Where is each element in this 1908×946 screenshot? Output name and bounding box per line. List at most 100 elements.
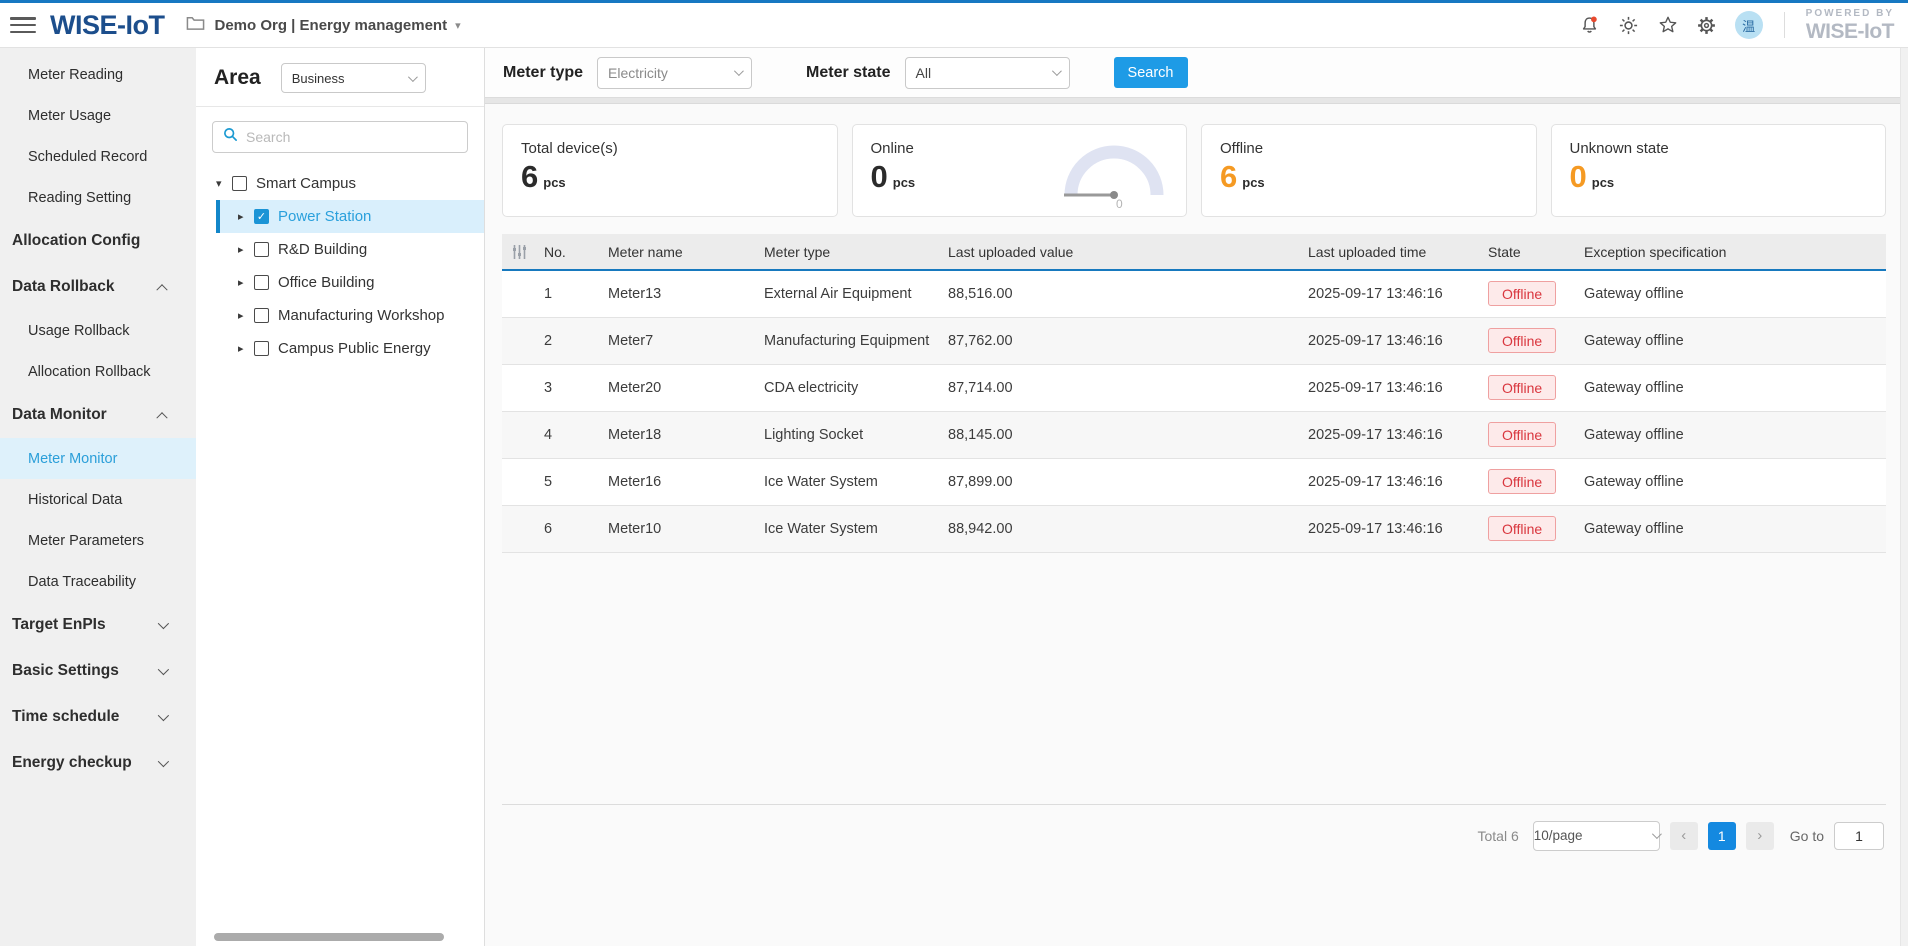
- sidebar-item-data-traceability[interactable]: Data Traceability: [0, 561, 196, 602]
- notifications-bell-icon[interactable]: [1579, 14, 1601, 36]
- stat-value: 6: [521, 161, 538, 192]
- stat-card-unknown: Unknown state 0pcs: [1551, 124, 1887, 217]
- page-size-select[interactable]: 10/page: [1533, 821, 1660, 851]
- sidebar-item-allocation-config[interactable]: Allocation Config: [0, 218, 196, 264]
- sidebar-item-historical-data[interactable]: Historical Data: [0, 479, 196, 520]
- tree-search-input[interactable]: [246, 129, 426, 145]
- sidebar-item-label: Historical Data: [28, 492, 122, 508]
- chevron-icon: [158, 710, 169, 721]
- cell-last-time: 2025-09-17 13:46:16: [1300, 270, 1480, 317]
- chevron-icon: [158, 756, 169, 767]
- tree-node-manufacturing-workshop[interactable]: ▸ Manufacturing Workshop: [216, 299, 484, 332]
- cell-no: 4: [536, 411, 600, 458]
- stat-unit: pcs: [1242, 175, 1264, 190]
- sidebar-item-meter-parameters[interactable]: Meter Parameters: [0, 520, 196, 561]
- table-row: 5 Meter16 Ice Water System 87,899.00 202…: [502, 458, 1886, 505]
- sidebar-item-energy-checkup[interactable]: Energy checkup: [0, 740, 196, 786]
- tree-expander-icon[interactable]: ▸: [238, 210, 254, 223]
- sidebar-item-target-enpis[interactable]: Target EnPIs: [0, 602, 196, 648]
- tree-expander-icon[interactable]: ▸: [238, 243, 254, 256]
- page-size-value: 10/page: [1534, 828, 1583, 843]
- sidebar-item-scheduled-record[interactable]: Scheduled Record: [0, 136, 196, 177]
- tree-checkbox[interactable]: [254, 308, 269, 323]
- area-tree: ▾ Smart Campus ▸ ✓ Power Station ▸ R&D B…: [196, 163, 484, 365]
- tree-node-label: Power Station: [278, 208, 371, 225]
- cell-exception: Gateway offline: [1576, 458, 1886, 505]
- goto-label: Go to: [1790, 828, 1824, 844]
- tree-node-campus-public-energy[interactable]: ▸ Campus Public Energy: [216, 332, 484, 365]
- meter-type-label: Meter type: [503, 64, 583, 82]
- next-page-button[interactable]: ›: [1746, 822, 1774, 850]
- chevron-icon: [158, 618, 169, 629]
- sidebar-item-meter-monitor[interactable]: Meter Monitor: [0, 438, 196, 479]
- sidebar-nav: Meter Reading Meter Usage Scheduled Reco…: [0, 48, 196, 946]
- vertical-scrollbar-track[interactable]: [1900, 48, 1908, 946]
- meter-type-value: Electricity: [608, 65, 668, 81]
- sidebar-item-label: Allocation Rollback: [28, 364, 151, 380]
- stat-value: 0: [1570, 161, 1587, 192]
- sidebar-item-data-rollback[interactable]: Data Rollback: [0, 264, 196, 310]
- column-settings-icon[interactable]: [510, 244, 528, 260]
- tree-expander-icon[interactable]: ▸: [238, 276, 254, 289]
- sidebar-item-allocation-rollback[interactable]: Allocation Rollback: [0, 351, 196, 392]
- menu-icon[interactable]: [10, 15, 36, 35]
- area-mode-select[interactable]: Business: [281, 63, 426, 93]
- meter-type-select[interactable]: Electricity: [597, 57, 752, 89]
- tree-expander-icon[interactable]: ▾: [216, 177, 232, 190]
- cell-meter-type: Ice Water System: [756, 505, 940, 552]
- tree-checkbox[interactable]: [254, 341, 269, 356]
- stat-unit: pcs: [543, 175, 565, 190]
- prev-page-button[interactable]: ‹: [1670, 822, 1698, 850]
- tree-node-r-d-building[interactable]: ▸ R&D Building: [216, 233, 484, 266]
- sidebar-item-meter-reading[interactable]: Meter Reading: [0, 54, 196, 95]
- cell-meter-type: Manufacturing Equipment: [756, 317, 940, 364]
- sidebar-item-time-schedule[interactable]: Time schedule: [0, 694, 196, 740]
- tree-checkbox[interactable]: [254, 242, 269, 257]
- sidebar-item-label: Allocation Config: [12, 232, 140, 250]
- sidebar-item-reading-setting[interactable]: Reading Setting: [0, 177, 196, 218]
- sidebar-item-label: Meter Usage: [28, 108, 111, 124]
- col-last-value: Last uploaded value: [940, 234, 1300, 270]
- tree-node-smart-campus[interactable]: ▾ Smart Campus: [216, 167, 484, 200]
- area-title: Area: [214, 66, 261, 90]
- goto-page-input[interactable]: [1834, 822, 1884, 850]
- col-state: State: [1480, 234, 1576, 270]
- horizontal-scrollbar-thumb[interactable]: [214, 933, 444, 941]
- sidebar-item-label: Target EnPIs: [12, 616, 106, 634]
- stat-title: Offline: [1220, 140, 1518, 157]
- tree-checkbox[interactable]: [254, 275, 269, 290]
- org-selector[interactable]: Demo Org | Energy management ▾: [186, 14, 460, 36]
- cell-last-time: 2025-09-17 13:46:16: [1300, 364, 1480, 411]
- sidebar-item-basic-settings[interactable]: Basic Settings: [0, 648, 196, 694]
- sidebar-item-label: Time schedule: [12, 708, 119, 726]
- favorite-star-icon[interactable]: [1657, 14, 1679, 36]
- cell-last-time: 2025-09-17 13:46:16: [1300, 411, 1480, 458]
- settings-gear-icon[interactable]: [1696, 14, 1718, 36]
- tree-node-office-building[interactable]: ▸ Office Building: [216, 266, 484, 299]
- sidebar-item-usage-rollback[interactable]: Usage Rollback: [0, 310, 196, 351]
- chevron-down-icon: [734, 66, 744, 76]
- page-number-button[interactable]: 1: [1708, 822, 1736, 850]
- online-gauge: 0: [1058, 137, 1170, 214]
- main-area: Meter type Electricity Meter state All S…: [485, 48, 1908, 946]
- stat-title: Total device(s): [521, 140, 819, 157]
- stat-card-total: Total device(s) 6 pcs: [502, 124, 838, 217]
- sidebar-item-label: Meter Parameters: [28, 533, 144, 549]
- tree-node-label: Office Building: [278, 274, 374, 291]
- user-avatar[interactable]: 温: [1735, 11, 1763, 39]
- tree-expander-icon[interactable]: ▸: [238, 342, 254, 355]
- meter-state-select[interactable]: All: [905, 57, 1070, 89]
- sidebar-item-meter-usage[interactable]: Meter Usage: [0, 95, 196, 136]
- search-button[interactable]: Search: [1114, 57, 1188, 88]
- tree-checkbox[interactable]: ✓: [254, 209, 269, 224]
- tree-checkbox[interactable]: [232, 176, 247, 191]
- sidebar-item-label: Data Traceability: [28, 574, 136, 590]
- sidebar-item-label: Scheduled Record: [28, 149, 147, 165]
- chevron-down-icon: [1652, 829, 1662, 839]
- tree-search-box[interactable]: [212, 121, 468, 153]
- cell-last-value: 88,942.00: [940, 505, 1300, 552]
- brightness-sun-icon[interactable]: [1618, 14, 1640, 36]
- sidebar-item-data-monitor[interactable]: Data Monitor: [0, 392, 196, 438]
- tree-expander-icon[interactable]: ▸: [238, 309, 254, 322]
- tree-node-power-station[interactable]: ▸ ✓ Power Station: [216, 200, 484, 233]
